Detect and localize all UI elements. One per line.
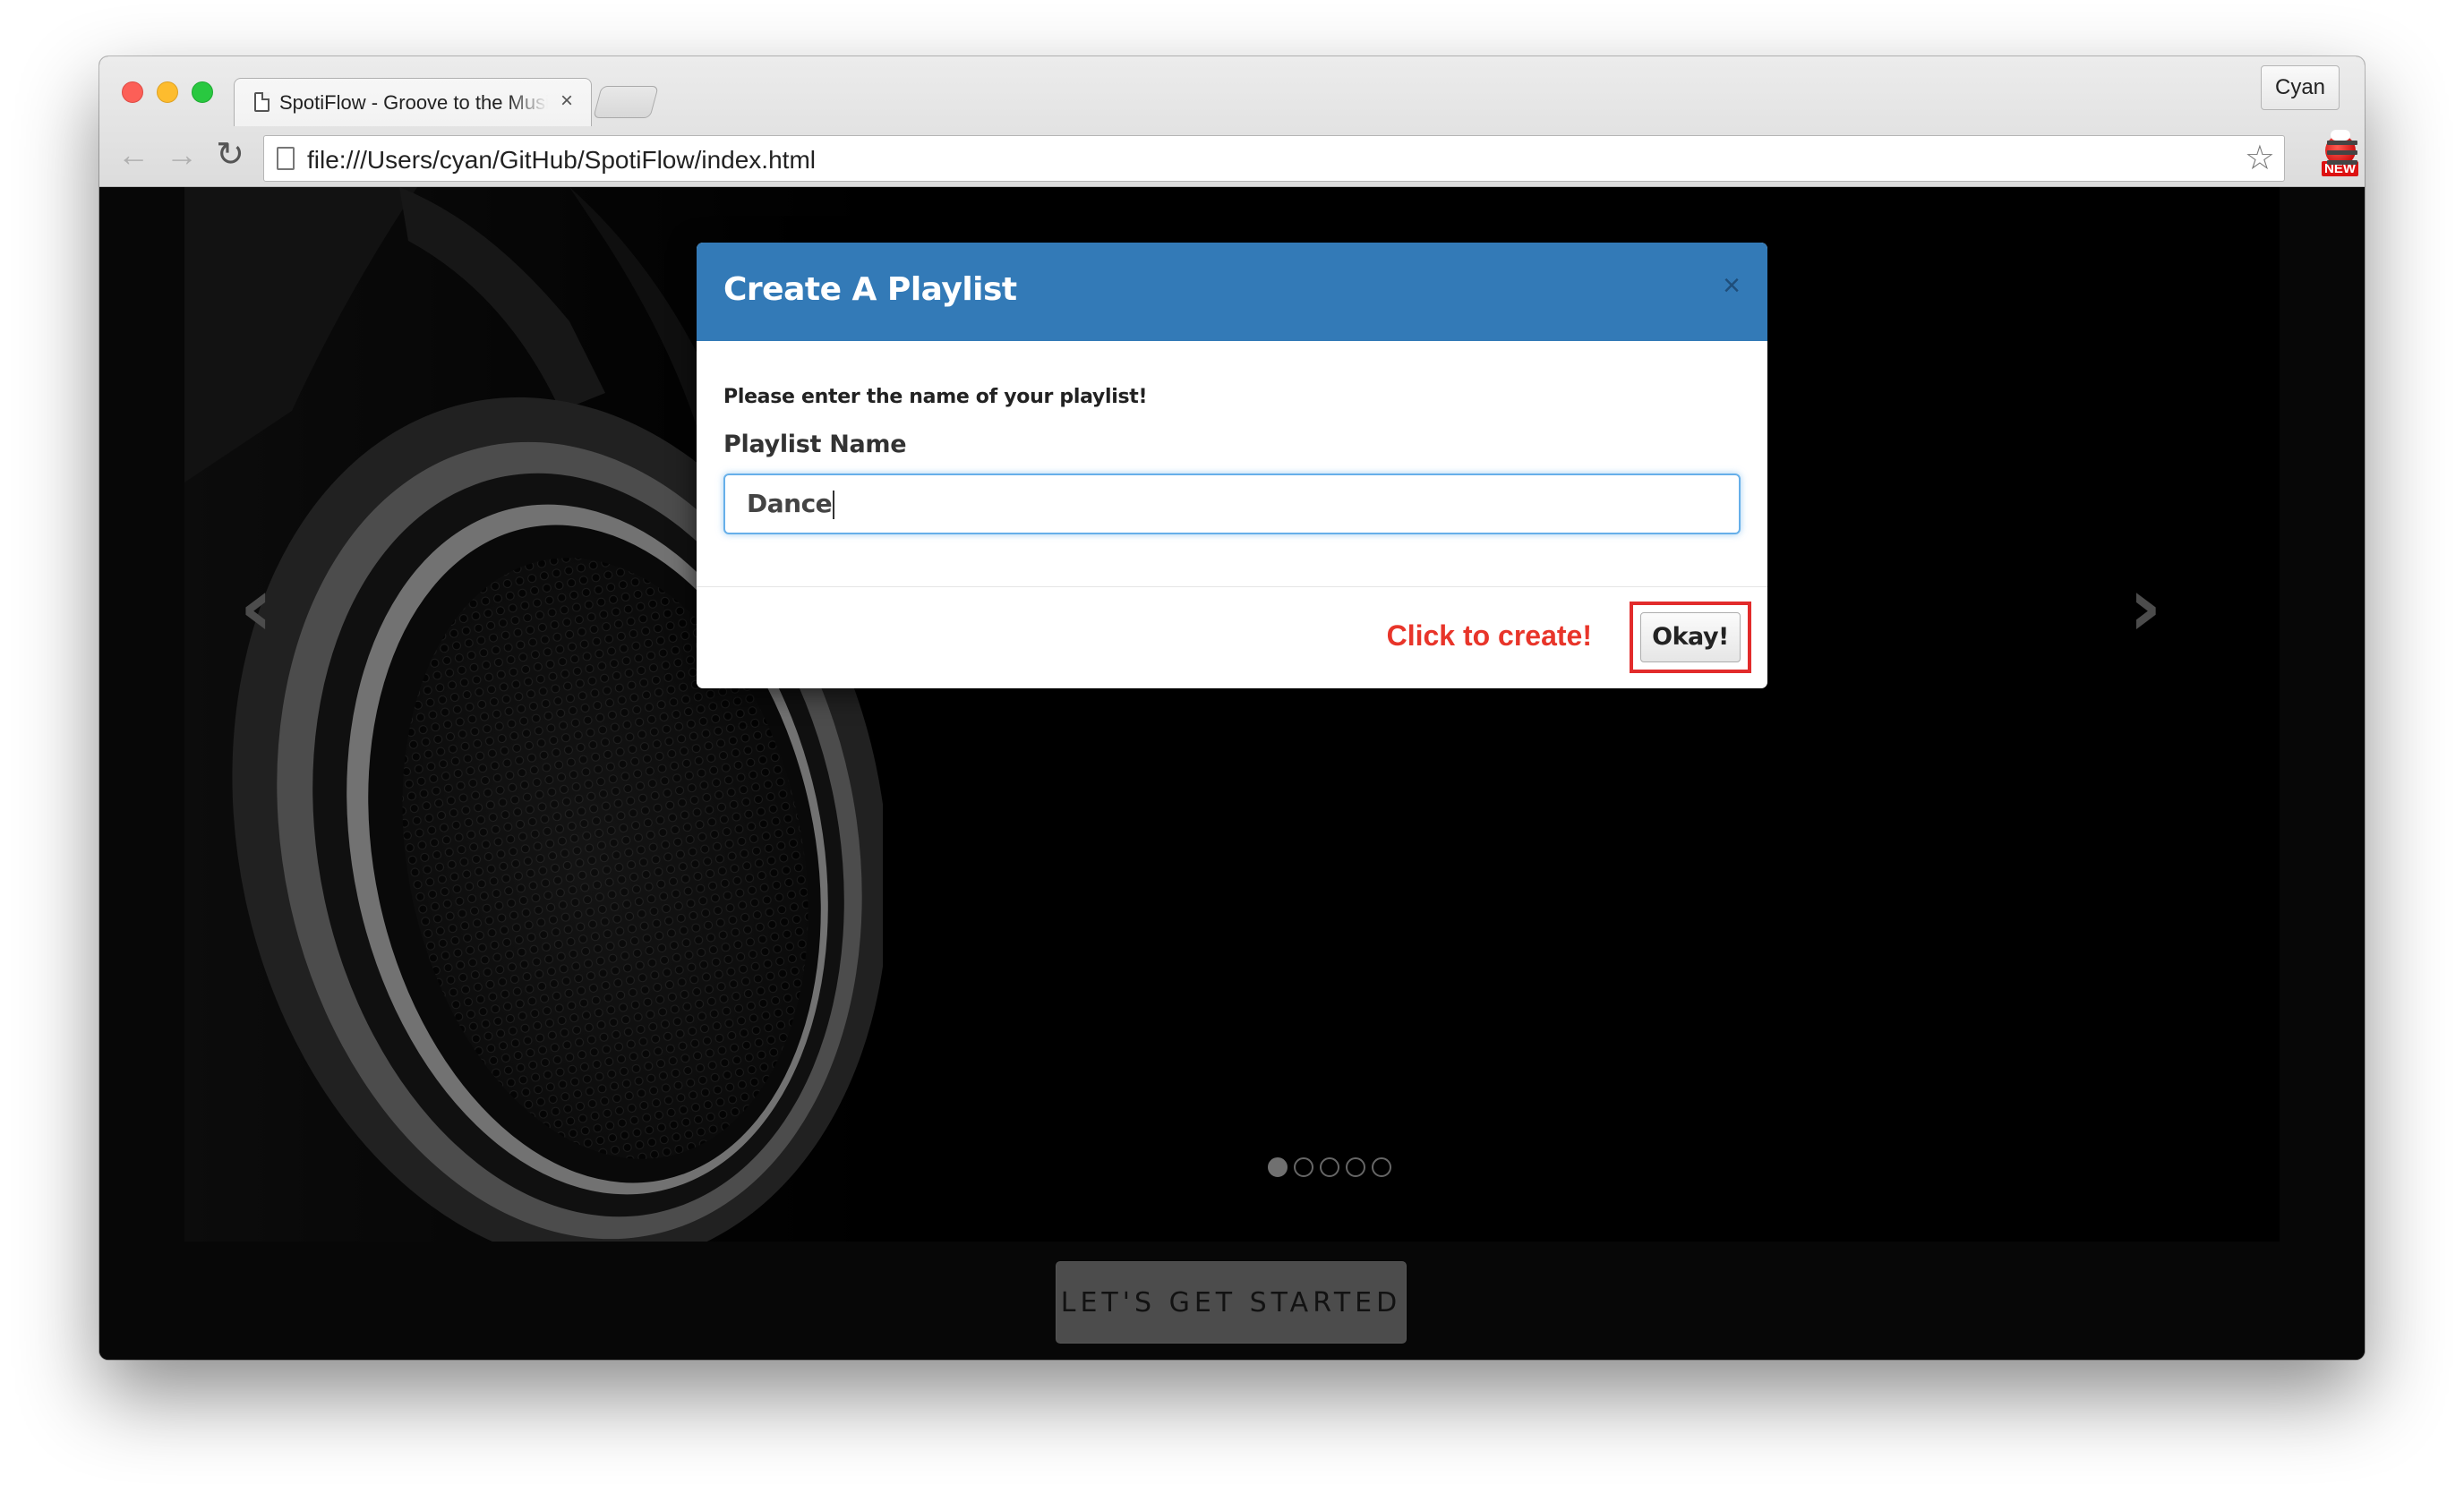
page-icon [277, 147, 295, 170]
playlist-name-value: Dance [747, 489, 833, 518]
browser-tab[interactable]: SpotiFlow - Groove to the Music × [234, 78, 592, 126]
address-url[interactable]: file:///Users/cyan/GitHub/SpotiFlow/inde… [307, 146, 816, 175]
modal-footer: Click to create! Okay! [697, 586, 1767, 688]
text-caret [833, 491, 835, 519]
extension-hat [2331, 130, 2350, 141]
okay-highlight-box: Okay! [1630, 602, 1751, 673]
modal-title: Create A Playlist [723, 271, 1017, 308]
back-arrow-icon[interactable]: ← [116, 137, 151, 173]
tab-title: SpotiFlow - Groove to the Music [279, 91, 548, 114]
close-icon[interactable]: × [1723, 268, 1741, 303]
okay-button[interactable]: Okay! [1640, 612, 1741, 662]
new-tab-button[interactable] [593, 86, 659, 118]
modal-header: Create A Playlist × [697, 243, 1767, 341]
playlist-name-input[interactable]: Dance [723, 474, 1741, 534]
browser-toolbar: ← → ↻ file:///Users/cyan/GitHub/SpotiFlo… [99, 128, 2365, 187]
browser-chrome: SpotiFlow - Groove to the Music × Cyan ←… [99, 56, 2365, 187]
page-content: ‹ › LET'S GET STARTED Create A Playlist … [99, 187, 2365, 1360]
reload-icon[interactable]: ↻ [212, 137, 248, 173]
modal-body: Please enter the name of your playlist! … [697, 341, 1767, 586]
profile-button[interactable]: Cyan [2261, 65, 2340, 110]
click-annotation: Click to create! [1386, 619, 1592, 652]
hamburger-menu-icon[interactable] [2327, 141, 2357, 167]
browser-window: SpotiFlow - Groove to the Music × Cyan ←… [99, 56, 2365, 1360]
address-bar[interactable]: file:///Users/cyan/GitHub/SpotiFlow/inde… [263, 135, 2285, 182]
zoom-window-button[interactable] [192, 81, 213, 103]
tab-close-icon[interactable]: × [555, 88, 578, 115]
create-playlist-modal: Create A Playlist × Please enter the nam… [697, 243, 1767, 688]
bookmark-star-icon[interactable]: ☆ [2245, 141, 2275, 175]
close-window-button[interactable] [122, 81, 143, 103]
modal-prompt: Please enter the name of your playlist! [723, 386, 1148, 408]
minimize-window-button[interactable] [157, 81, 178, 103]
forward-arrow-icon[interactable]: → [164, 137, 200, 173]
document-icon [254, 92, 270, 112]
playlist-name-label: Playlist Name [723, 431, 907, 458]
